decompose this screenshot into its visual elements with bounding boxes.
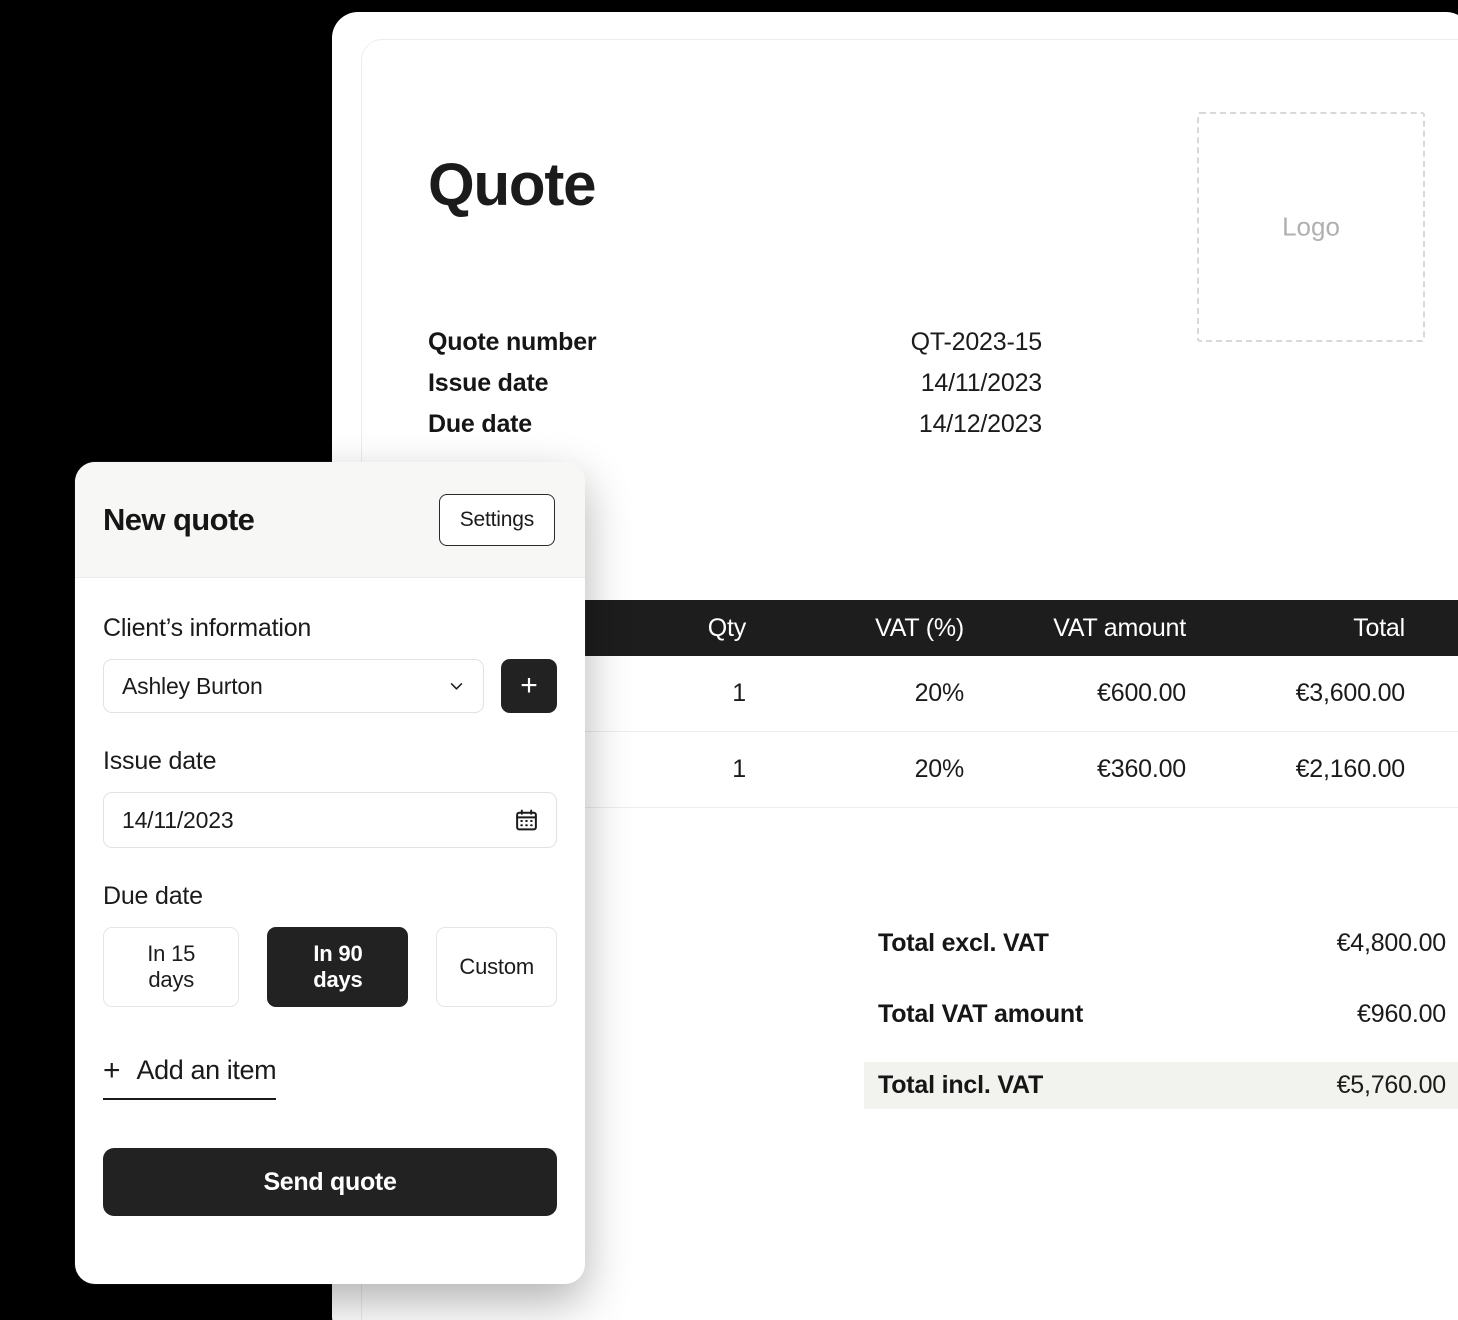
cell-vat-amount: €600.00 bbox=[1097, 679, 1186, 707]
issue-date-value: 14/11/2023 bbox=[122, 806, 234, 833]
due-date-option-90-days[interactable]: In 90 days bbox=[267, 927, 409, 1007]
meta-row: Quote number QT-2023-15 bbox=[428, 328, 1042, 369]
cell-vat-percent: 20% bbox=[914, 679, 965, 707]
meta-value: QT-2023-15 bbox=[910, 328, 1043, 356]
plus-icon: + bbox=[103, 1053, 121, 1087]
due-date-option-custom[interactable]: Custom bbox=[436, 927, 557, 1007]
meta-row: Due date 14/12/2023 bbox=[428, 410, 1042, 451]
send-quote-button[interactable]: Send quote bbox=[103, 1148, 557, 1216]
client-row: Ashley Burton + bbox=[103, 659, 557, 713]
totals-row-incl-vat: Total incl. VAT €5,760.00 bbox=[864, 1062, 1458, 1109]
new-quote-panel: New quote Settings Client’s information … bbox=[75, 462, 585, 1284]
totals-value: €960.00 bbox=[1357, 1000, 1446, 1028]
panel-header: New quote Settings bbox=[75, 462, 585, 578]
issue-date-label: Issue date bbox=[103, 747, 217, 775]
column-header-total: Total bbox=[1353, 613, 1405, 642]
add-client-button[interactable]: + bbox=[501, 659, 557, 713]
quote-meta-list: Quote number QT-2023-15 Issue date 14/11… bbox=[428, 328, 1042, 451]
logo-placeholder-label: Logo bbox=[1282, 211, 1340, 242]
column-header-vat-amount: VAT amount bbox=[1053, 613, 1186, 642]
totals-label: Total VAT amount bbox=[878, 1000, 1084, 1028]
cell-qty: 1 bbox=[732, 679, 746, 707]
due-date-options: In 15 days In 90 days Custom bbox=[103, 927, 557, 1007]
cell-total: €3,600.00 bbox=[1295, 679, 1406, 707]
panel-body: Client’s information Ashley Burton + Iss… bbox=[75, 578, 585, 1216]
cell-vat-percent: 20% bbox=[914, 755, 965, 783]
client-information-label: Client’s information bbox=[103, 614, 312, 642]
meta-value: 14/12/2023 bbox=[918, 410, 1042, 438]
cell-total: €2,160.00 bbox=[1295, 755, 1406, 783]
column-header-vat-percent: VAT (%) bbox=[875, 613, 964, 642]
totals-row-vat-amount: Total VAT amount €960.00 bbox=[864, 991, 1458, 1038]
add-item-button[interactable]: + Add an item bbox=[103, 1053, 277, 1100]
logo-placeholder[interactable]: Logo bbox=[1197, 112, 1425, 342]
totals-value: €5,760.00 bbox=[1336, 1071, 1447, 1099]
page-title: Quote bbox=[428, 151, 597, 218]
totals-label: Total excl. VAT bbox=[878, 929, 1049, 957]
cell-vat-amount: €360.00 bbox=[1097, 755, 1186, 783]
settings-button[interactable]: Settings bbox=[438, 493, 555, 546]
due-date-label: Due date bbox=[103, 882, 203, 910]
meta-row: Issue date 14/11/2023 bbox=[428, 369, 1042, 410]
chevron-down-icon bbox=[448, 678, 465, 695]
meta-value: 14/11/2023 bbox=[920, 369, 1042, 397]
due-date-option-15-days[interactable]: In 15 days bbox=[103, 927, 240, 1007]
add-item-label: Add an item bbox=[136, 1055, 277, 1085]
meta-label: Quote number bbox=[428, 328, 597, 356]
calendar-icon[interactable] bbox=[514, 808, 539, 833]
client-select[interactable]: Ashley Burton bbox=[103, 659, 484, 713]
totals-value: €4,800.00 bbox=[1336, 929, 1447, 957]
client-select-value: Ashley Burton bbox=[122, 672, 263, 699]
totals-row-excl-vat: Total excl. VAT €4,800.00 bbox=[864, 920, 1458, 967]
meta-label: Due date bbox=[428, 410, 532, 438]
totals-summary: Total excl. VAT €4,800.00 Total VAT amou… bbox=[864, 920, 1458, 1109]
totals-label: Total incl. VAT bbox=[878, 1071, 1044, 1099]
issue-date-input[interactable]: 14/11/2023 bbox=[103, 792, 557, 848]
panel-title: New quote bbox=[103, 501, 255, 537]
cell-qty: 1 bbox=[732, 755, 746, 783]
meta-label: Issue date bbox=[428, 369, 549, 397]
column-header-qty: Qty bbox=[707, 613, 746, 642]
